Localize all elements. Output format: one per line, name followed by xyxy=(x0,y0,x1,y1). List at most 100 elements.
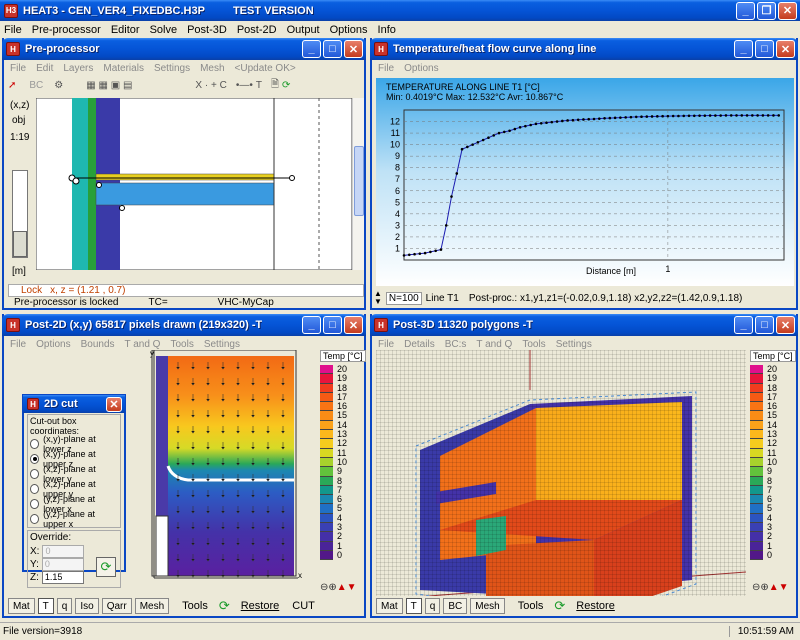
radio-button[interactable] xyxy=(30,498,40,509)
doc-icon[interactable]: 🗎 xyxy=(271,77,279,94)
tools-button[interactable]: Tools xyxy=(518,600,544,612)
preprocessor-canvas[interactable] xyxy=(36,98,352,270)
radio-button[interactable] xyxy=(30,438,40,449)
menu-options[interactable]: Options xyxy=(330,24,368,36)
zoom-slider[interactable] xyxy=(12,170,28,258)
cut-button[interactable]: CUT xyxy=(292,600,315,612)
refresh-icon[interactable]: ⟳ xyxy=(282,80,290,91)
post2d-maximize-button[interactable]: □ xyxy=(323,316,342,334)
radio-button[interactable] xyxy=(30,513,40,524)
restore-button[interactable]: Restore xyxy=(576,600,615,612)
submenu-item[interactable]: Settings xyxy=(556,339,592,350)
apply-refresh-button[interactable]: ⟳ xyxy=(96,557,116,577)
tab-mat[interactable]: Mat xyxy=(376,598,403,614)
xc-tools[interactable]: X · + C xyxy=(195,80,226,91)
tools-button[interactable]: Tools xyxy=(182,600,208,612)
lock-toggle[interactable]: Lock xyxy=(21,285,42,296)
preprocessor-menu: File Edit Layers Materials Settings Mesh <Upda… xyxy=(4,60,364,76)
pre-minimize-button[interactable]: _ xyxy=(302,40,321,58)
post2d-close-button[interactable]: ✕ xyxy=(344,316,363,334)
menu-file[interactable]: File xyxy=(4,24,22,36)
curve-maximize-button[interactable]: □ xyxy=(755,40,774,58)
y-field[interactable]: 0 xyxy=(41,558,84,571)
submenu-item[interactable]: File xyxy=(10,63,26,74)
submenu-item[interactable]: T and Q xyxy=(125,339,161,350)
tab-qarr[interactable]: Qarr xyxy=(101,598,132,614)
tab-t[interactable]: T xyxy=(405,598,422,614)
menu-output[interactable]: Output xyxy=(287,24,320,36)
radio-button[interactable] xyxy=(30,483,40,494)
tab-q[interactable]: q xyxy=(424,598,441,614)
t-tool[interactable]: T xyxy=(256,80,262,91)
close-button[interactable]: ✕ xyxy=(778,1,797,20)
tab-mesh[interactable]: Mesh xyxy=(134,598,170,614)
submenu-item[interactable]: T and Q xyxy=(476,339,512,350)
cut-close-button[interactable]: ✕ xyxy=(106,396,122,412)
maximize-button[interactable]: ❐ xyxy=(757,1,776,20)
submenu-item[interactable]: Settings xyxy=(154,63,190,74)
cut-option[interactable]: (y,z)-plane at upper x xyxy=(30,509,118,529)
minimize-button[interactable]: _ xyxy=(736,1,755,20)
post3d-zoom-icons[interactable]: ⊖⊕▲▼ xyxy=(752,582,789,593)
grid-icon[interactable]: ▦ ▦ ▣ ▤ xyxy=(86,80,132,91)
legend-swatch xyxy=(320,523,333,533)
override-group: Override: X: 0 Y: 0 Z: 1.15 ⟳ xyxy=(27,530,121,588)
submenu-item[interactable]: Tools xyxy=(170,339,193,350)
post2d-minimize-button[interactable]: _ xyxy=(302,316,321,334)
submenu-item[interactable]: Edit xyxy=(36,63,53,74)
menu-post-3d[interactable]: Post-3D xyxy=(187,24,227,36)
submenu-item[interactable]: Details xyxy=(404,339,435,350)
tab-mesh[interactable]: Mesh xyxy=(470,598,505,614)
legend-swatch xyxy=(320,485,333,496)
pre-close-button[interactable]: ✕ xyxy=(344,40,363,58)
pre-maximize-button[interactable]: □ xyxy=(323,40,342,58)
submenu-item[interactable]: File xyxy=(378,339,394,350)
post3d-close-button[interactable]: ✕ xyxy=(776,316,795,334)
bc-button[interactable]: BC xyxy=(29,80,43,91)
tab-iso[interactable]: Iso xyxy=(75,598,99,614)
menu-pre-processor[interactable]: Pre-processor xyxy=(32,24,101,36)
submenu-item[interactable]: Options xyxy=(36,339,70,350)
post3d-minimize-button[interactable]: _ xyxy=(734,316,753,334)
radio-button[interactable] xyxy=(30,468,40,479)
post3d-canvas[interactable] xyxy=(376,350,746,596)
curve-close-button[interactable]: ✕ xyxy=(776,40,795,58)
x-field[interactable]: 0 xyxy=(42,545,85,558)
curve-minimize-button[interactable]: _ xyxy=(734,40,753,58)
data-point xyxy=(708,114,712,117)
z-field[interactable]: 1.15 xyxy=(41,571,84,584)
pointer-icon[interactable]: ➚ xyxy=(8,80,16,91)
submenu-item[interactable]: File xyxy=(378,63,394,74)
submenu-item[interactable]: Settings xyxy=(204,339,240,350)
radio-button[interactable] xyxy=(30,453,40,464)
post3d-maximize-button[interactable]: □ xyxy=(755,316,774,334)
menu-post-2d[interactable]: Post-2D xyxy=(237,24,277,36)
tab-mat[interactable]: Mat xyxy=(8,598,35,614)
submenu-item[interactable]: Bounds xyxy=(81,339,115,350)
spin-arrows[interactable]: ▲ ▼ xyxy=(374,290,382,306)
submenu-item[interactable]: Layers xyxy=(63,63,93,74)
menu-solve[interactable]: Solve xyxy=(150,24,178,36)
refresh-icon[interactable]: ⟳ xyxy=(554,598,565,614)
tab-q[interactable]: q xyxy=(56,598,73,614)
menu-editor[interactable]: Editor xyxy=(111,24,140,36)
post2d-zoom-icons[interactable]: ⊖⊕▲▼ xyxy=(320,582,357,593)
pre-scrollbar[interactable] xyxy=(352,98,364,270)
tab-t[interactable]: T xyxy=(37,598,54,614)
submenu-item[interactable]: <Update OK> xyxy=(235,63,296,74)
submenu-item[interactable]: Materials xyxy=(103,63,144,74)
restore-button[interactable]: Restore xyxy=(241,600,280,612)
refresh-icon[interactable]: ⟳ xyxy=(219,598,230,614)
n-value[interactable]: N=100 xyxy=(385,291,422,305)
post2d-canvas[interactable]: y x xyxy=(148,350,308,580)
line-tool-icon[interactable]: •—• xyxy=(236,80,253,91)
settings-icon[interactable]: ⚙ xyxy=(54,80,63,91)
tab-bc[interactable]: BC xyxy=(443,598,468,614)
submenu-item[interactable]: Mesh xyxy=(200,63,224,74)
data-point xyxy=(766,114,770,117)
submenu-item[interactable]: Tools xyxy=(522,339,545,350)
submenu-item[interactable]: Options xyxy=(404,63,438,74)
menu-info[interactable]: Info xyxy=(378,24,396,36)
submenu-item[interactable]: File xyxy=(10,339,26,350)
submenu-item[interactable]: BC:s xyxy=(445,339,467,350)
